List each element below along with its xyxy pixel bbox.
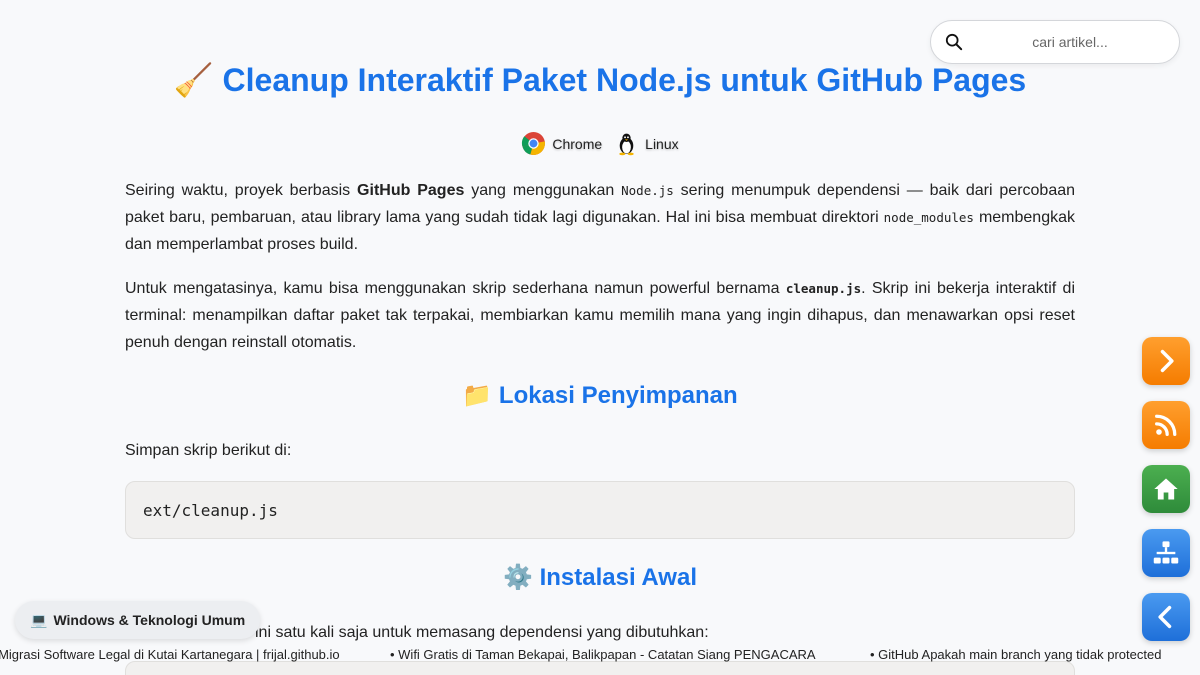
broom-icon: 🧹 [173, 62, 214, 98]
chevron-right-icon [1160, 349, 1174, 373]
chrome-icon [522, 132, 546, 155]
inline-code: Node.js [621, 183, 674, 198]
home-icon [1154, 478, 1178, 500]
platform-linux: Linux [614, 131, 679, 156]
category-pill[interactable]: 💻 Windows & Teknologi Umum [15, 601, 261, 639]
platform-chrome: Chrome [521, 131, 602, 156]
page: 🧹 Cleanup Interaktif Paket Node.js untuk… [0, 0, 1200, 675]
gear-icon: ⚙️ [503, 564, 533, 591]
sitemap-button[interactable] [1142, 529, 1190, 577]
storage-paragraph: Simpan skrip berikut di: [125, 442, 292, 459]
category-label: Windows & Teknologi Umum [53, 612, 246, 628]
section-heading-storage: 📁 Lokasi Penyimpanan [462, 382, 738, 409]
laptop-icon: 💻 [30, 611, 48, 628]
tux-icon [619, 133, 634, 156]
rss-button[interactable] [1142, 401, 1190, 449]
search-icon [945, 33, 963, 51]
rss-icon [1155, 414, 1177, 436]
prev-button[interactable] [1142, 593, 1190, 641]
ticker-item[interactable]: • Wifi Gratis di Taman Bekapai, Balikpap… [390, 647, 870, 662]
ticker-item[interactable]: • GitHub Apakah main branch yang tidak p… [870, 647, 1161, 662]
search-input[interactable] [975, 34, 1165, 50]
inline-code: node_modules [883, 210, 974, 225]
sitemap-icon [1153, 541, 1179, 564]
intro-paragraph: Seiring waktu, proyek berbasis GitHub Pa… [125, 182, 1076, 253]
description-paragraph: Untuk mengatasinya, kamu bisa menggunaka… [125, 280, 1076, 351]
platform-badges: Chrome Linux [125, 131, 1075, 156]
next-button[interactable] [1142, 337, 1190, 385]
platform-label: Chrome [552, 135, 603, 152]
home-button[interactable] [1142, 465, 1190, 513]
section-heading-install: ⚙️ Instalasi Awal [503, 564, 697, 591]
chevron-left-icon [1158, 605, 1172, 629]
code-text: ext/cleanup.js [143, 500, 278, 520]
code-block-path[interactable]: ext/cleanup.js [125, 481, 1075, 539]
news-ticker: ah Migrasi Software Legal di Kutai Karta… [0, 645, 1200, 665]
article-title: 🧹 Cleanup Interaktif Paket Node.js untuk… [173, 62, 1027, 98]
platform-label: Linux [645, 135, 679, 152]
install-paragraph: ini satu kali saja untuk memasang depend… [255, 624, 709, 641]
ticker-item[interactable]: ah Migrasi Software Legal di Kutai Karta… [0, 647, 390, 662]
inline-code: cleanup.js [785, 281, 862, 296]
folder-icon: 📁 [462, 382, 493, 409]
